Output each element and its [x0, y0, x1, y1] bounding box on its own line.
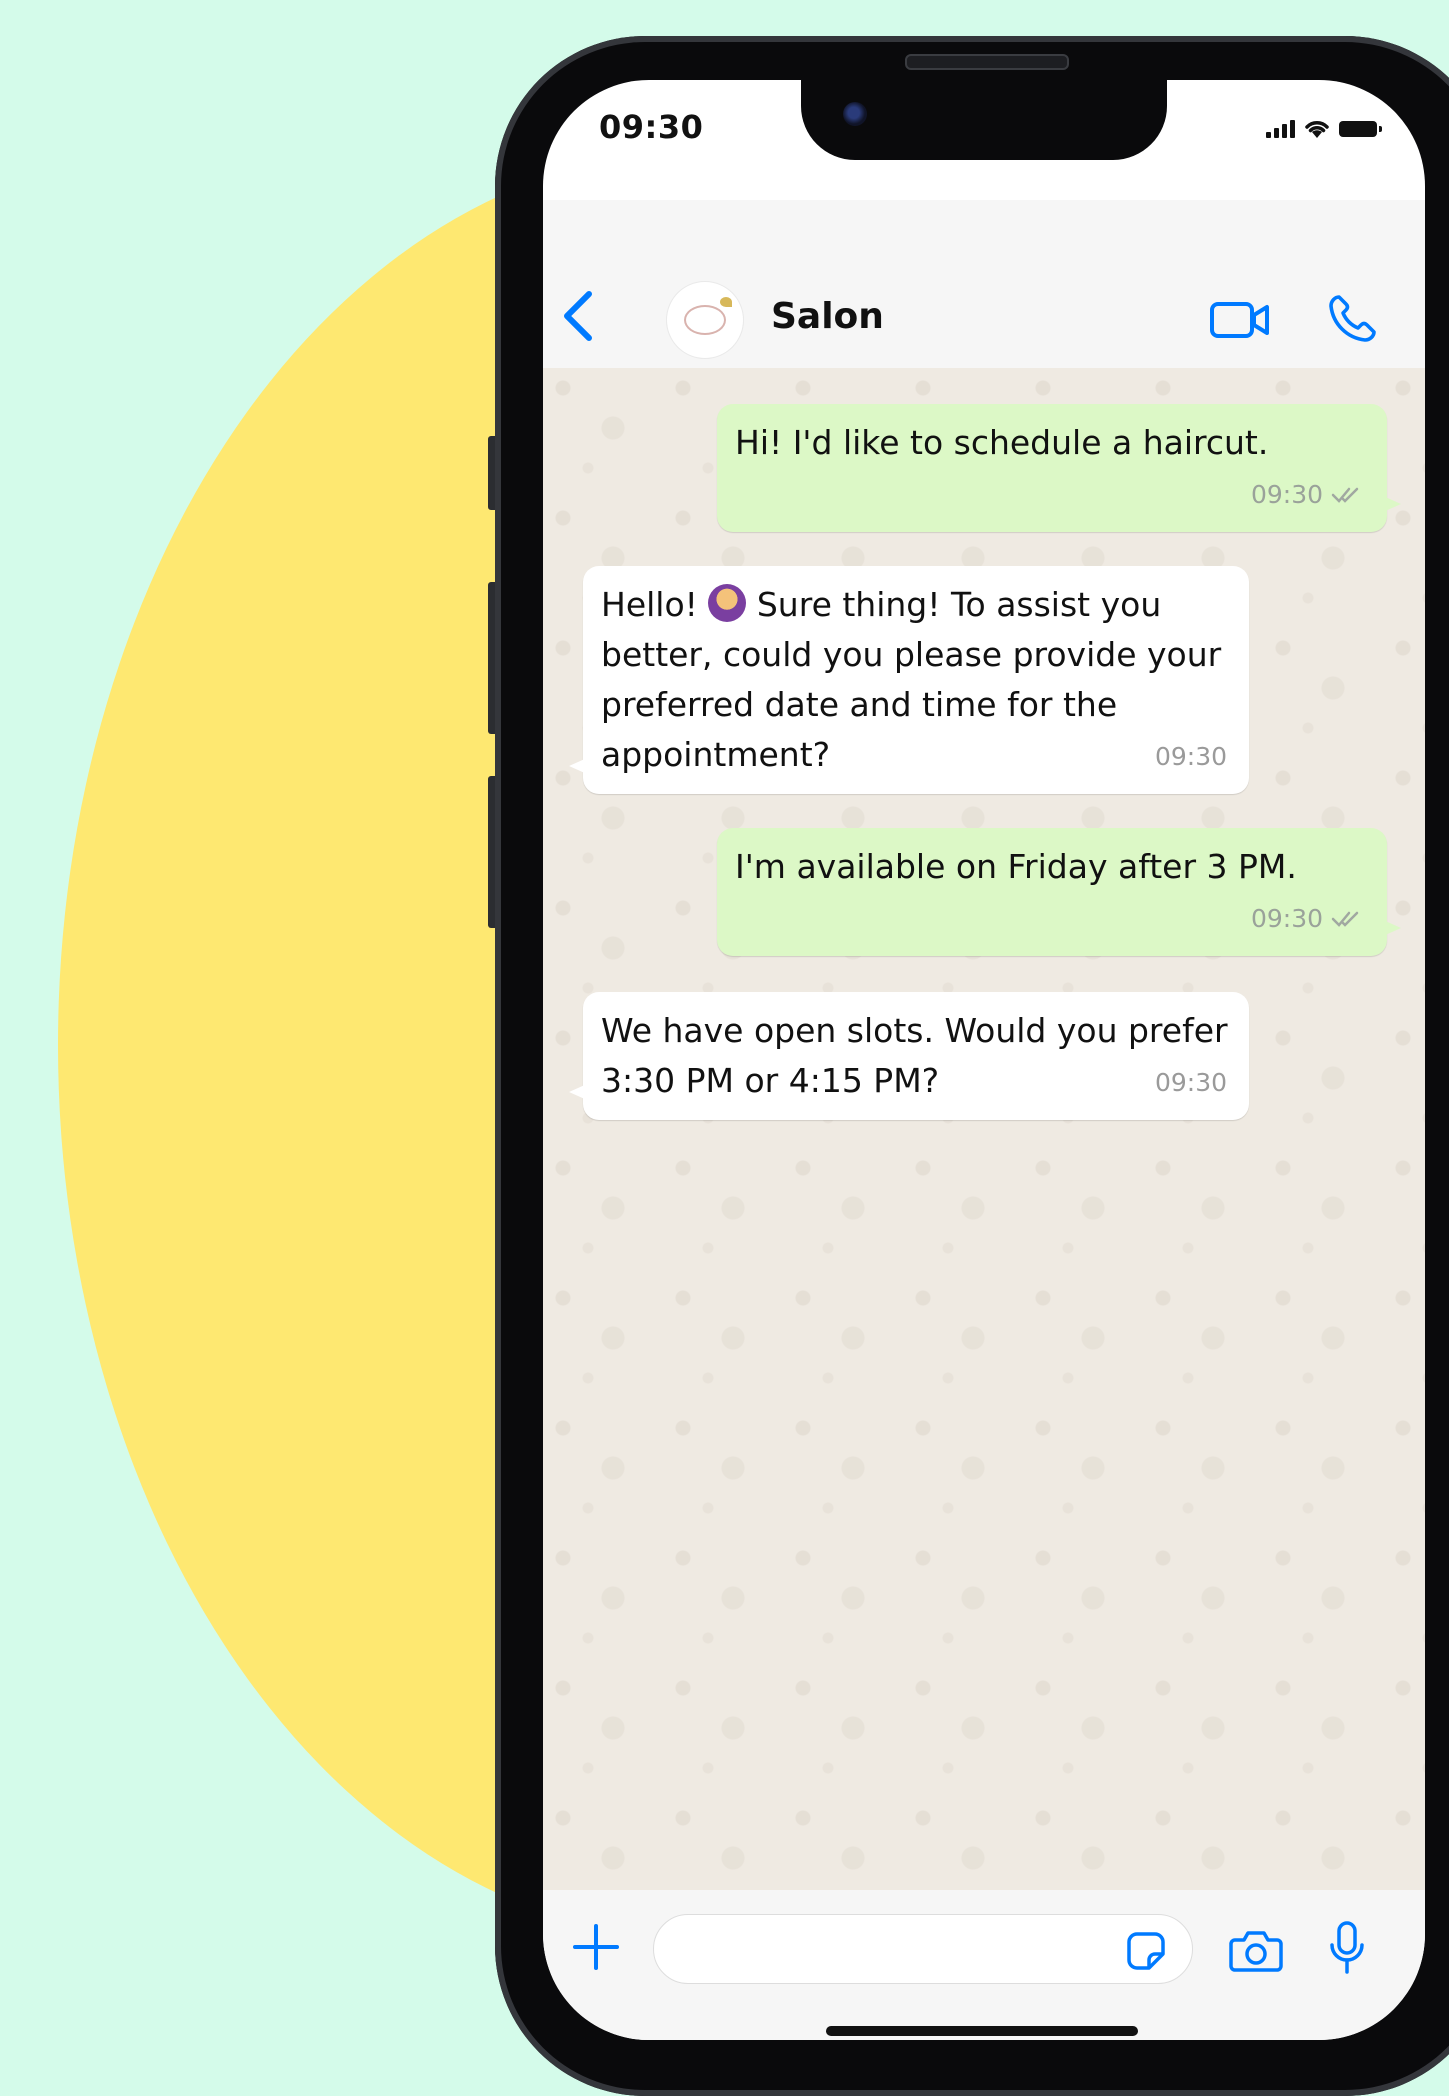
salon-logo	[684, 297, 732, 335]
back-icon[interactable]	[559, 288, 599, 344]
message-time: 09:30	[1154, 742, 1227, 771]
video-call-icon[interactable]	[1209, 296, 1271, 344]
phone-speaker	[905, 54, 1069, 70]
message-meta: 09:30	[1251, 470, 1365, 520]
message-text: Hi! I'd like to schedule a haircut.	[735, 423, 1269, 462]
bubble-tail	[1383, 496, 1401, 512]
contact-name[interactable]: Salon	[771, 296, 884, 337]
front-camera	[843, 102, 867, 126]
message-text: Hello! Sure thing! To assist you better,…	[601, 580, 1231, 780]
message-text: We have open slots. Would you prefer 3:3…	[601, 1011, 1228, 1100]
wifi-icon	[1305, 121, 1329, 138]
double-check-icon	[1331, 487, 1359, 503]
chat-area[interactable]: Hi! I'd like to schedule a haircut. 09:3…	[543, 368, 1425, 1890]
bubble-tail	[569, 758, 587, 774]
message-text-part: Hello!	[601, 585, 709, 624]
message-composer	[543, 1890, 1425, 2040]
sticker-icon[interactable]	[1125, 1930, 1167, 1972]
phone-screen: 09:30 Salon Hi! I'd like to schedule a h…	[543, 80, 1425, 2040]
message-bubble-incoming[interactable]: Hello! Sure thing! To assist you better,…	[569, 566, 1249, 794]
bubble-tail	[569, 1084, 587, 1100]
message-time: 09:30	[1250, 480, 1323, 509]
message-meta: 09:30	[1251, 894, 1365, 944]
message-text: I'm available on Friday after 3 PM.	[735, 847, 1297, 886]
camera-icon[interactable]	[1229, 1926, 1283, 1974]
microphone-icon[interactable]	[1327, 1920, 1367, 1976]
plus-icon[interactable]	[571, 1922, 621, 1972]
message-time: 09:30	[1250, 904, 1323, 933]
message-input[interactable]	[653, 1914, 1193, 1984]
battery-icon	[1339, 121, 1382, 137]
status-icons	[1266, 118, 1382, 140]
message-bubble-outgoing[interactable]: Hi! I'd like to schedule a haircut. 09:3…	[717, 404, 1401, 532]
message-bubble-incoming[interactable]: We have open slots. Would you prefer 3:3…	[569, 992, 1249, 1120]
double-check-icon	[1331, 911, 1359, 927]
message-time: 09:30	[1154, 1068, 1227, 1097]
avatar[interactable]	[667, 282, 743, 358]
signal-icon	[1266, 120, 1295, 138]
status-time: 09:30	[599, 108, 704, 146]
woman-getting-haircut-emoji	[708, 584, 747, 622]
home-indicator[interactable]	[826, 2026, 1138, 2036]
message-bubble-outgoing[interactable]: I'm available on Friday after 3 PM. 09:3…	[717, 828, 1401, 956]
bubble-tail	[1383, 920, 1401, 936]
chat-header: Salon	[543, 200, 1425, 368]
voice-call-icon[interactable]	[1327, 292, 1379, 344]
